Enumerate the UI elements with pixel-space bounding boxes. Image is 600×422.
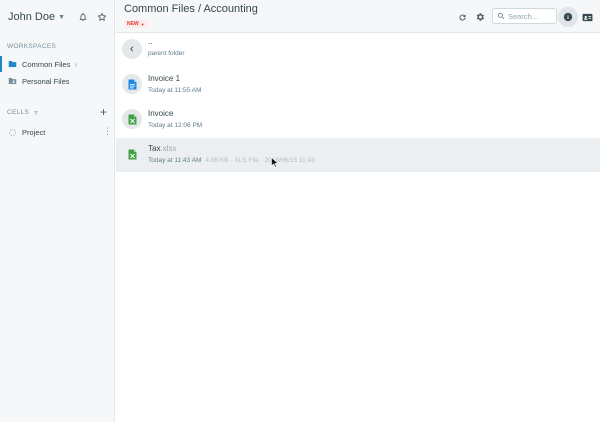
sidebar-item-project[interactable]: Project [0,124,115,140]
list-item-invoice[interactable]: Invoice Today at 12:06 PM [116,103,600,137]
file-name: Invoice [148,109,174,118]
excel-icon [122,144,142,164]
folder-user-icon [8,77,17,85]
star-icon[interactable] [96,11,108,23]
file-modified: Today at 11:43 AM [148,157,202,164]
gear-icon[interactable] [474,11,486,23]
mouse-cursor-icon [271,157,279,168]
file-meta: Today at 11:55 AM [148,87,202,94]
sidebar-item-label: Personal Files [22,76,70,86]
list-item-parent-folder[interactable]: .. parent folder [116,33,600,67]
sidebar-item-label: Common Files [22,59,71,69]
bell-icon[interactable] [77,11,89,23]
folder-icon [8,60,17,68]
word-doc-icon [122,74,142,94]
new-button-label: NEW [127,21,139,27]
sidebar-item-personal-files[interactable]: Personal Files [0,73,115,89]
user-name: John Doe [8,11,56,23]
chevron-down-icon: ▼ [140,21,145,27]
file-name: .. [148,37,153,46]
file-details: 4.08 KB · XLS File · 2018/06/15 11:43 [205,157,315,164]
back-icon[interactable] [122,39,142,59]
contact-card-icon[interactable] [581,11,593,23]
file-meta: parent folder [148,50,185,57]
workspaces-heading: WORKSPACES [7,43,57,50]
cells-heading: CELLS [7,109,39,116]
chevron-right-icon: › [74,59,78,69]
refresh-icon[interactable] [456,11,468,23]
sidebar-item-common-files[interactable]: Common Files › [0,56,115,72]
cells-heading-label: CELLS [7,109,30,116]
info-button[interactable] [558,7,578,27]
sidebar-item-label: Project [22,127,46,137]
list-item-tax[interactable]: Tax.xlsx Today at 11:43 AM 4.08 KB · XLS … [116,138,600,172]
filter-icon[interactable] [33,110,39,116]
search-input[interactable] [508,11,556,21]
search-box[interactable] [492,8,557,24]
sidebar: John Doe ▼ WORKSPACES Common Files › Per… [0,0,115,422]
new-button[interactable]: NEW ▼ [124,20,148,28]
more-options-icon[interactable]: ⋮ [103,127,112,136]
cell-icon [8,128,17,136]
file-meta: Today at 11:43 AM 4.08 KB · XLS File · 20… [148,157,315,164]
list-item-invoice-1[interactable]: Invoice 1 Today at 11:55 AM [116,68,600,102]
user-menu[interactable]: John Doe ▼ [8,9,65,25]
breadcrumb[interactable]: Common Files / Accounting [124,3,258,15]
file-name: Tax.xlsx [148,144,176,153]
file-extension: .xlsx [160,144,177,153]
file-meta: Today at 12:06 PM [148,122,203,129]
excel-icon [122,109,142,129]
search-icon [497,12,505,20]
add-cell-button[interactable]: + [100,106,107,118]
info-icon [563,12,573,22]
file-name: Invoice 1 [148,74,181,83]
chevron-down-icon: ▼ [58,13,66,21]
file-name-base: Tax [148,144,161,153]
header: Common Files / Accounting NEW ▼ [116,0,600,33]
